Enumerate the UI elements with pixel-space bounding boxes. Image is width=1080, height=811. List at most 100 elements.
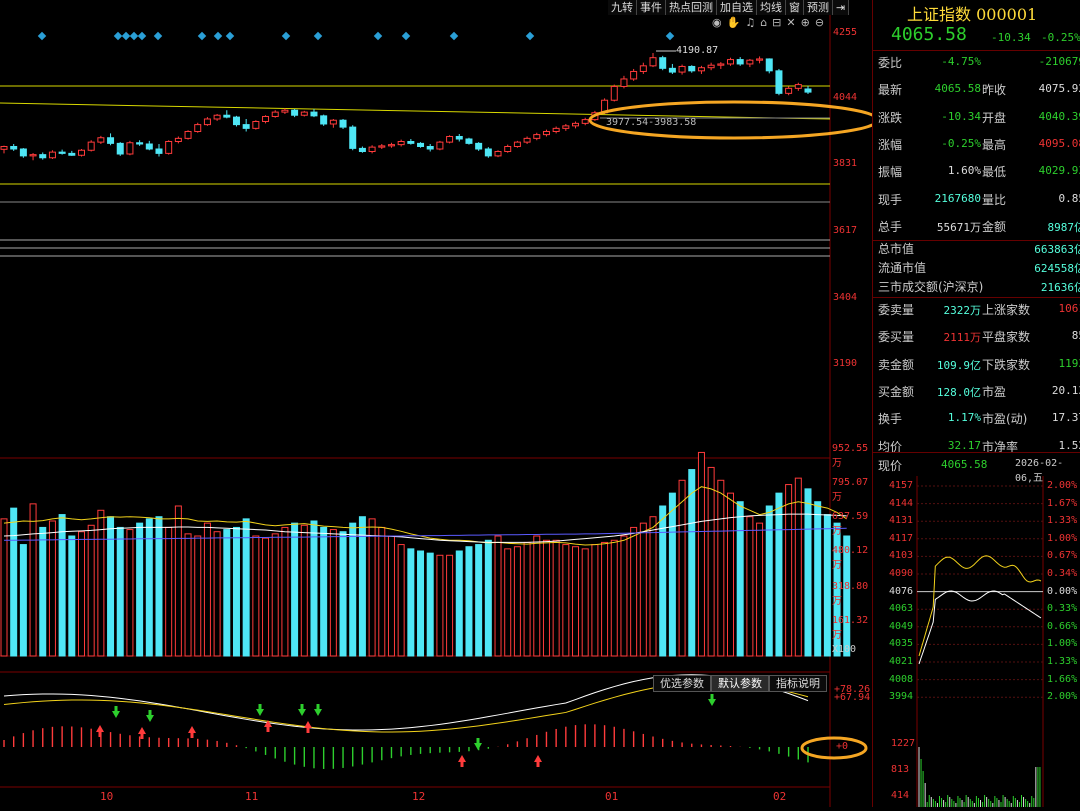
candle-body xyxy=(282,110,288,112)
bell-icon[interactable]: ♫ xyxy=(745,16,755,29)
candle-body xyxy=(1,147,7,150)
mini-price-tick: 4131 xyxy=(889,515,913,526)
eye-icon[interactable]: ◉ xyxy=(712,16,722,29)
volume-bar xyxy=(40,527,46,656)
price-change: -10.34 xyxy=(991,31,1031,44)
quote-value: 4065.58 xyxy=(935,82,981,95)
volume-bar xyxy=(282,527,288,656)
volume-bar xyxy=(175,506,181,656)
hand-icon[interactable]: ✋ xyxy=(727,16,741,29)
kline-chart-area[interactable]: 九转 事件 热点回测 加自选 均线 窗 预测 ⇥ ◉ ✋ ♫ ⌂ ⊟ ✕ ⊕ ⊖… xyxy=(0,0,872,807)
candle-body xyxy=(718,64,724,65)
pin-icon[interactable]: ⇥ xyxy=(833,0,849,15)
quote-row: 买金额128.0亿市盈20.13 xyxy=(873,379,1080,404)
candle xyxy=(30,153,36,160)
volume-bar xyxy=(330,530,336,656)
candle-body xyxy=(640,66,646,72)
candle-body xyxy=(669,68,675,72)
toolbar-jiuzhuan[interactable]: 九转 xyxy=(608,0,637,15)
mini-price-tick: 4008 xyxy=(889,674,913,685)
candle xyxy=(40,152,46,159)
market-stat-key: 流通市值 xyxy=(878,259,926,276)
volume-bar xyxy=(698,452,704,656)
minus-icon[interactable]: ⊖ xyxy=(815,16,824,29)
candle xyxy=(447,135,453,143)
quote-key: 最高 xyxy=(982,136,1006,153)
quote-key: 换手 xyxy=(878,410,902,427)
candle-body xyxy=(195,125,201,132)
toolbar-forecast[interactable]: 预测 xyxy=(804,0,833,15)
candle-body xyxy=(466,139,472,143)
volume-bar xyxy=(1,519,7,656)
zoom-in-icon[interactable]: ⊕ xyxy=(801,16,810,29)
candle xyxy=(650,53,656,67)
candle-body xyxy=(495,152,501,156)
candle xyxy=(311,109,317,117)
lock-icon[interactable]: ⌂ xyxy=(760,16,767,29)
candle xyxy=(418,142,424,148)
volume-bar xyxy=(214,532,220,656)
candle-body xyxy=(553,128,559,131)
current-price: 4065.58 xyxy=(891,24,967,45)
buy-arrow xyxy=(458,755,466,767)
volume-bar xyxy=(456,551,462,656)
candle xyxy=(388,143,394,148)
candle-body xyxy=(660,58,666,69)
default-params-button[interactable]: 默认参数 xyxy=(711,675,769,692)
candle xyxy=(427,144,433,152)
volume-bar xyxy=(611,540,617,656)
quote-key: 市盈 xyxy=(982,383,1006,400)
market-stat-key: 总市值 xyxy=(878,240,914,257)
mini-price-tick: 4049 xyxy=(889,621,913,632)
candle-body xyxy=(108,138,114,144)
toolbar-ma[interactable]: 均线 xyxy=(757,0,786,15)
toolbar-add-watchlist[interactable]: 加自选 xyxy=(717,0,757,15)
quote-title: 上证指数 000001 xyxy=(873,0,1080,22)
quote-row: 总手55671万金额8987亿 xyxy=(873,214,1080,239)
candle-body xyxy=(78,150,84,155)
x-label-oct: 10 xyxy=(100,790,113,803)
candle-body xyxy=(59,152,65,153)
volume-bar xyxy=(631,527,637,656)
volume-bar xyxy=(321,527,327,656)
optimized-params-button[interactable]: 优选参数 xyxy=(653,675,711,692)
candle xyxy=(708,63,714,71)
candle-body xyxy=(563,126,569,129)
candle xyxy=(466,138,472,145)
toolbar-events[interactable]: 事件 xyxy=(637,0,666,15)
macd-zero: +0 xyxy=(836,741,848,752)
candle-body xyxy=(447,136,453,142)
intraday-mini-chart[interactable]: 4157414441314117410340904076406340494035… xyxy=(873,476,1080,807)
volume-bar xyxy=(127,530,133,656)
candle xyxy=(660,56,666,70)
zoom-out-icon[interactable]: ⊟ xyxy=(772,16,781,29)
volume-bar xyxy=(737,502,743,656)
candle-body xyxy=(204,119,210,125)
indicator-help-button[interactable]: 指标说明 xyxy=(769,675,827,692)
volume-bar xyxy=(117,527,123,656)
candle xyxy=(747,59,753,67)
candle xyxy=(272,110,278,118)
market-stat-row: 总市值663863亿 xyxy=(873,238,1080,257)
toolbar-hot-backtest[interactable]: 热点回测 xyxy=(666,0,717,15)
quote-row: 涨跌-10.34开盘4040.39 xyxy=(873,105,1080,130)
candle xyxy=(137,140,143,146)
volume-bar xyxy=(350,523,356,656)
buy-arrow xyxy=(534,755,542,767)
candle-body xyxy=(573,123,579,126)
close-icon[interactable]: ✕ xyxy=(786,16,795,29)
volume-bar xyxy=(766,506,772,656)
candle-body xyxy=(175,138,181,141)
candle-body xyxy=(166,141,172,153)
sell-arrow xyxy=(256,704,264,716)
candle xyxy=(78,149,84,157)
event-marker xyxy=(38,32,46,40)
event-marker xyxy=(226,32,234,40)
candle xyxy=(11,144,17,151)
quote-value: -10.34 xyxy=(941,110,981,123)
vol-tick-1: 795.07万 xyxy=(832,477,872,503)
candle-body xyxy=(427,147,433,150)
candle-body xyxy=(582,120,588,124)
toolbar-window[interactable]: 窗 xyxy=(786,0,804,15)
candle xyxy=(437,141,443,150)
